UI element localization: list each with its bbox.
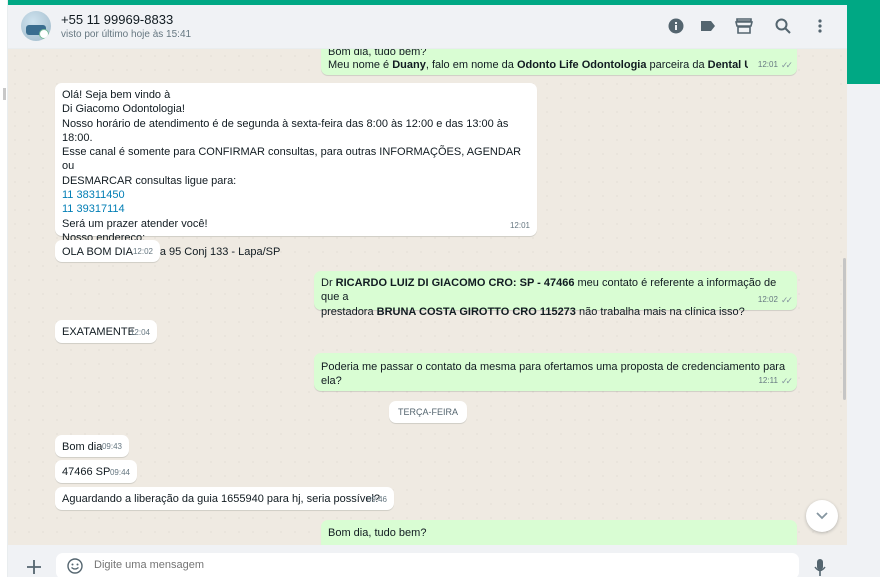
read-ticks-icon: ✓✓ <box>780 294 793 305</box>
message-time: 12:01 <box>510 219 530 233</box>
text-part: Meu nome é <box>328 59 393 71</box>
message-text: Será um prazer atender você! <box>62 217 208 230</box>
microphone-icon[interactable] <box>814 559 826 577</box>
scroll-down-button[interactable] <box>806 500 838 532</box>
last-seen-status: visto por último hoje às 15:41 <box>61 29 192 40</box>
scrollbar[interactable] <box>843 258 846 400</box>
message-bubble-incoming[interactable]: OLA BOM DIA 12:02 <box>55 240 160 262</box>
message-text: EXATAMENTE <box>62 326 135 338</box>
message-bubble-incoming[interactable]: Olá! Seja bem vindo à Di Giacomo Odontol… <box>55 83 537 258</box>
message-text: Bom dia <box>62 441 103 453</box>
menu-icon[interactable] <box>810 16 830 36</box>
info-icon[interactable] <box>666 16 686 36</box>
message-time: 12:01 ✓✓ <box>757 58 793 72</box>
text-part: , falo em nome da <box>425 59 517 71</box>
message-text: Esse canal é somente para CONFIRMAR cons… <box>62 146 522 173</box>
message-bubble-outgoing[interactable]: Bom dia, tudo bem? Meu nome é Duany, fal… <box>321 49 797 75</box>
contact-name[interactable]: +55 11 99969-8833 <box>61 12 173 27</box>
message-text: prestadora BRUNA COSTA GIROTTO CRO 11527… <box>321 305 790 319</box>
message-bubble-incoming[interactable]: Aguardando a liberação da guia 1655940 p… <box>55 487 394 510</box>
attach-icon[interactable] <box>27 560 43 576</box>
message-text: Poderia me passar o contato da mesma par… <box>321 361 786 388</box>
message-input[interactable] <box>94 559 774 571</box>
message-text: Meu nome é Duany, falo em nome da Odonto… <box>328 58 748 72</box>
phone-link[interactable]: 11 39317114 <box>62 202 530 216</box>
message-time: 12:11 ✓✓ <box>758 374 793 388</box>
message-text: Olá! Seja bem vindo à <box>62 89 171 101</box>
message-list[interactable]: Bom dia, tudo bem? Meu nome é Duany, fal… <box>8 49 847 545</box>
search-icon[interactable] <box>773 16 793 36</box>
message-bubble-incoming[interactable]: EXATAMENTE 12:04 <box>55 320 157 343</box>
message-text: Di Giacomo Odontologia! <box>62 103 185 116</box>
time-text: 09:43 <box>101 441 122 451</box>
time-text: 09:46 <box>366 494 387 504</box>
chat-list-edge <box>0 0 8 577</box>
message-time: 12:04 <box>130 326 150 340</box>
message-time: 09:44 <box>110 466 130 480</box>
phone-link[interactable]: 11 38311450 <box>62 188 530 202</box>
date-separator: TERÇA-FEIRA <box>389 401 468 423</box>
read-ticks-icon: ✓✓ <box>780 59 793 70</box>
message-bubble-incoming[interactable]: Bom dia 09:43 <box>55 435 129 457</box>
read-ticks-icon: ✓✓ <box>780 375 793 386</box>
message-text: Bom dia, tudo bem? <box>328 527 427 539</box>
time-text: 12:02 <box>757 294 778 304</box>
message-text: DESMARCAR consultas ligue para: <box>62 174 237 187</box>
message-time: 12:02 <box>133 245 153 259</box>
time-text: 12:11 <box>758 375 778 385</box>
message-bubble-outgoing[interactable]: Poderia me passar o contato da mesma par… <box>314 353 797 391</box>
message-text: Aguardando a liberação da guia 1655940 p… <box>62 493 381 505</box>
text-bold: Dental Uni. <box>707 59 748 71</box>
text-bold: Duany <box>392 59 426 71</box>
chevron-down-icon <box>816 512 828 520</box>
time-text: 12:04 <box>129 327 150 337</box>
message-text: OLA BOM DIA <box>62 246 133 258</box>
text-part: prestadora <box>321 305 377 318</box>
emoji-icon[interactable] <box>67 558 83 574</box>
time-text: 09:44 <box>109 467 130 477</box>
message-text: Dr RICARDO LUIZ DI GIACOMO CRO: SP - 474… <box>321 276 790 305</box>
time-text: 12:01 <box>757 59 778 69</box>
chat-header[interactable]: +55 11 99969-8833 visto por último hoje … <box>8 5 847 49</box>
right-panel <box>847 84 880 577</box>
side-accent-bar <box>847 0 880 84</box>
message-text: Bom dia, tudo bem? <box>328 49 427 58</box>
text-bold: Odonto Life Odontologia <box>516 59 647 71</box>
compose-bar <box>8 545 847 577</box>
label-icon[interactable] <box>698 16 718 36</box>
message-bubble-outgoing[interactable]: Bom dia, tudo bem? <box>321 520 797 545</box>
message-time: 09:46 <box>367 493 387 507</box>
text-part: Dr <box>321 277 336 289</box>
message-text: 47466 SP <box>62 466 111 478</box>
avatar[interactable] <box>21 11 51 41</box>
message-bubble-outgoing[interactable]: Dr RICARDO LUIZ DI GIACOMO CRO: SP - 474… <box>314 271 797 318</box>
text-bold: BRUNA COSTA GIROTTO CRO 115273 <box>376 305 576 318</box>
message-text: Nosso horário de atendimento é de segund… <box>62 117 509 144</box>
text-part: parceira da <box>646 59 708 71</box>
text-part: não trabalha mais na clínica isso? <box>575 305 745 318</box>
message-time: 09:43 <box>102 440 122 454</box>
time-text: 12:02 <box>132 246 153 256</box>
time-text: 12:01 <box>509 220 530 230</box>
message-input-box[interactable] <box>56 553 799 577</box>
store-icon[interactable] <box>734 16 754 36</box>
message-time: 12:02 ✓✓ <box>757 293 793 307</box>
message-bubble-incoming[interactable]: 47466 SP 09:44 <box>55 460 137 483</box>
text-bold: RICARDO LUIZ DI GIACOMO CRO: SP - 47466 <box>335 277 575 289</box>
